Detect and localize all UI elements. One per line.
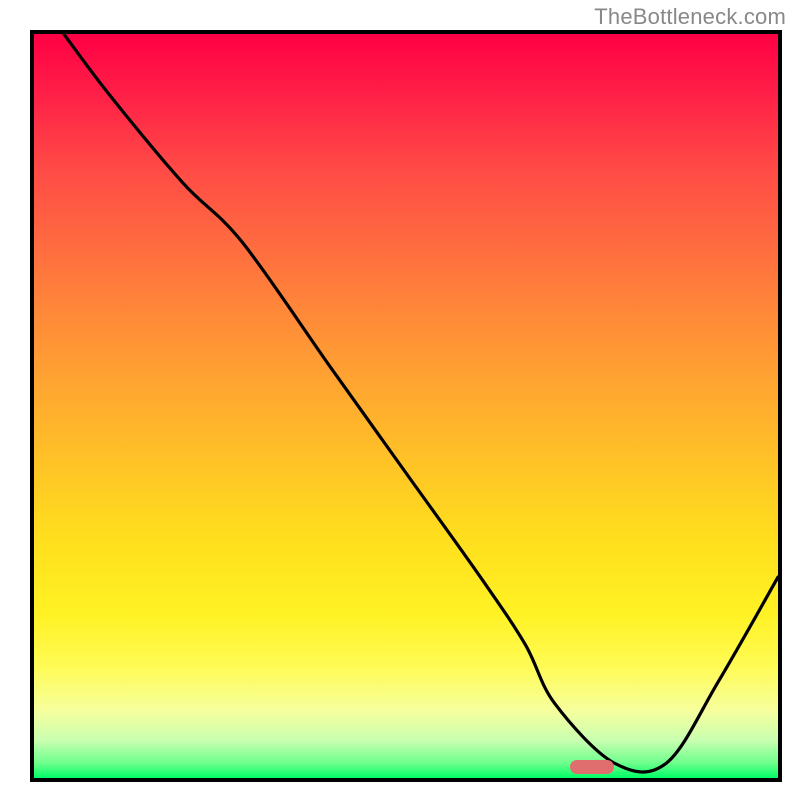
bottleneck-curve: [34, 34, 778, 778]
watermark-text: TheBottleneck.com: [594, 4, 786, 30]
chart-frame: [30, 30, 782, 782]
optimal-point-indicator: [570, 760, 614, 774]
